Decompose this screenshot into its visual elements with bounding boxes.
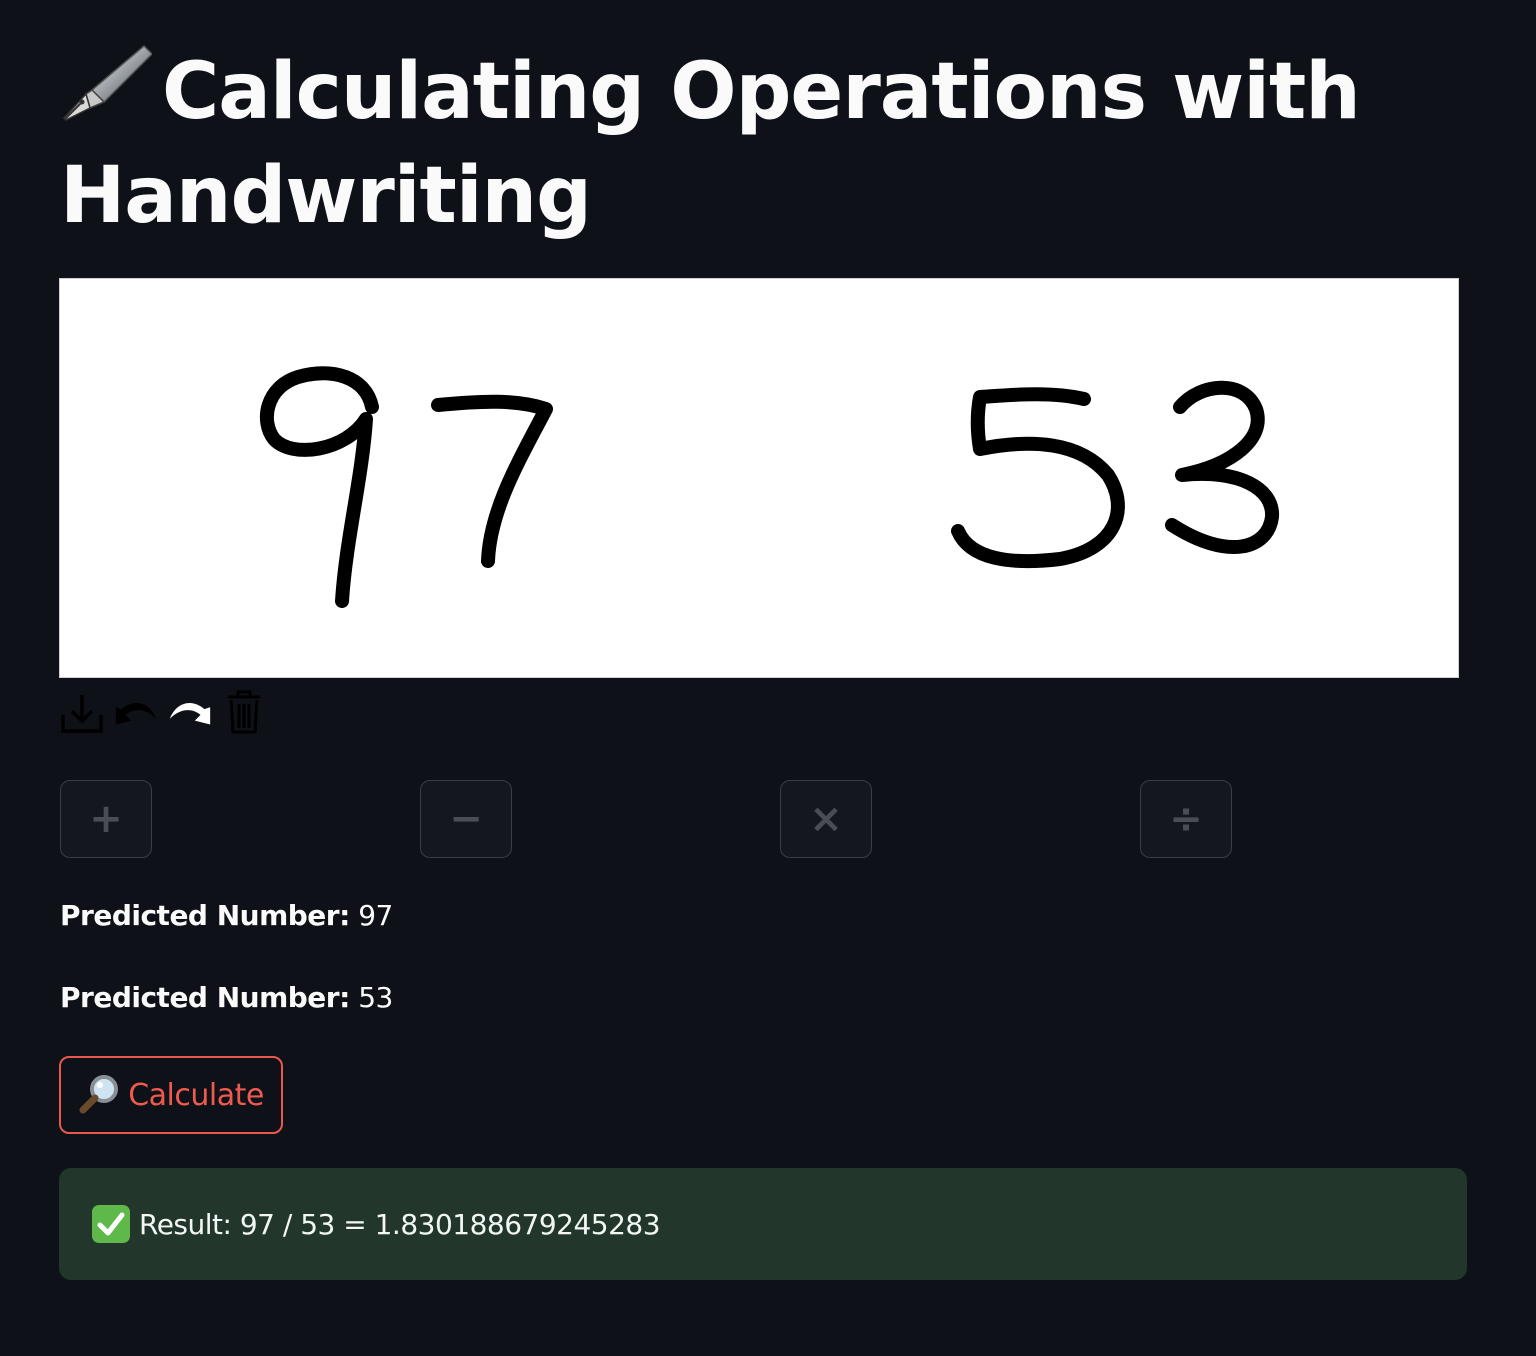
- page-title-text: Calculating Operations with Handwriting: [60, 47, 1361, 241]
- predicted-number-value: 97: [358, 899, 393, 932]
- magnifier-icon: [78, 1073, 122, 1117]
- predicted-number-2: Predicted Number: 53: [60, 980, 393, 1016]
- minus-icon: −: [449, 796, 483, 842]
- predicted-number-label: Predicted Number:: [60, 981, 350, 1014]
- check-icon: [91, 1204, 131, 1244]
- download-icon[interactable]: [58, 688, 106, 736]
- multiply-icon: ×: [809, 796, 843, 842]
- calculate-label: Calculate: [128, 1077, 264, 1113]
- fountain-pen-icon: [60, 42, 154, 122]
- stroke-digit-9: [259, 366, 379, 608]
- multiply-button[interactable]: ×: [780, 780, 872, 858]
- plus-button[interactable]: +: [60, 780, 152, 858]
- predicted-number-label: Predicted Number:: [60, 899, 350, 932]
- predicted-number-value: 53: [358, 981, 393, 1014]
- app-page: Calculating Operations with Handwriting: [0, 0, 1536, 1356]
- result-banner: Result: 97 / 53 = 1.830188679245283: [59, 1168, 1467, 1280]
- divide-icon: ÷: [1169, 796, 1203, 842]
- stroke-digit-3: [1165, 380, 1280, 555]
- undo-icon[interactable]: [112, 688, 160, 736]
- result-text: Result: 97 / 53 = 1.830188679245283: [139, 1207, 661, 1241]
- stroke-digit-5: [951, 387, 1125, 569]
- minus-button[interactable]: −: [420, 780, 512, 858]
- divide-button[interactable]: ÷: [1140, 780, 1232, 858]
- drawing-canvas[interactable]: [59, 278, 1459, 678]
- plus-icon: +: [89, 796, 123, 842]
- redo-icon[interactable]: [166, 688, 214, 736]
- predicted-number-1: Predicted Number: 97: [60, 898, 393, 934]
- calculate-button[interactable]: Calculate: [59, 1056, 283, 1134]
- stroke-digit-7: [431, 394, 553, 568]
- page-title: Calculating Operations with Handwriting: [60, 40, 1460, 248]
- trash-icon[interactable]: [220, 688, 268, 736]
- canvas-toolbar: [58, 686, 268, 738]
